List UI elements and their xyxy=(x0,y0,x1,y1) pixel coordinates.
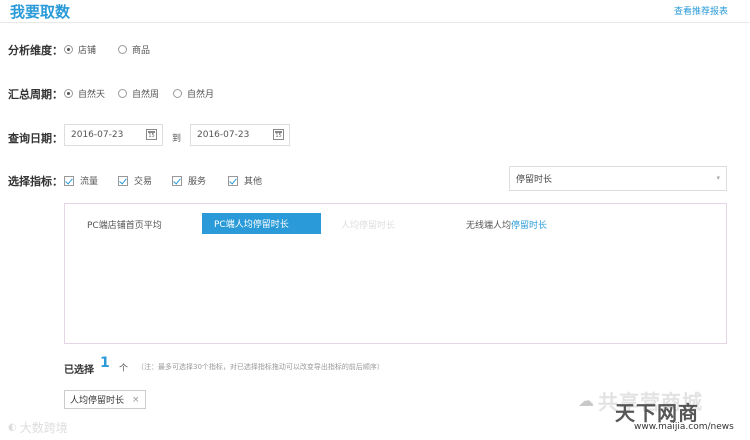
selected-note: （注：最多可选择30个指标，对已选择指标拖动可以改变导出指标的前后顺序） xyxy=(137,363,384,371)
dimension-label: 分析维度： xyxy=(8,44,63,57)
radio-label: 自然天 xyxy=(78,90,106,100)
metric-options-panel: PC端店铺首页平均 PC端人均停留时长 人均停留时长 无线端人均停留时长 xyxy=(64,203,727,344)
period-label: 汇总周期： xyxy=(8,88,63,101)
checkbox-checked-icon xyxy=(118,175,128,186)
checkbox-label: 交易 xyxy=(134,177,153,187)
metric-option[interactable]: PC端店铺首页平均 xyxy=(87,218,162,231)
view-recommended-reports-link[interactable]: 查看推荐报表 xyxy=(674,4,728,17)
end-date-value: 2016-07-23 xyxy=(197,130,250,140)
radio-selected-icon xyxy=(64,45,73,54)
calendar-icon[interactable]: 15 xyxy=(273,129,284,140)
metric-option-active[interactable]: PC端人均停留时长 xyxy=(202,213,321,234)
chevron-down-icon: ▾ xyxy=(716,174,720,182)
selected-label: 已选择 xyxy=(64,365,94,376)
radio-label: 店铺 xyxy=(78,46,97,56)
checkbox-checked-icon xyxy=(172,175,182,186)
checkbox-metric-other[interactable]: 其他 xyxy=(228,174,262,187)
start-date-value: 2016-07-23 xyxy=(71,130,124,140)
wechat-icon: ☁ xyxy=(578,391,594,410)
checkbox-checked-icon xyxy=(64,175,74,186)
watermark-logo-icon: ◐ xyxy=(8,422,17,433)
radio-label: 商品 xyxy=(132,46,151,56)
metric-option[interactable]: 人均停留时长 xyxy=(341,218,395,231)
checkbox-label: 服务 xyxy=(188,177,207,187)
calendar-icon[interactable]: 15 xyxy=(146,129,157,140)
watermark-url: www.maijia.com/news xyxy=(634,422,734,432)
metric-search-value: 停留时长 xyxy=(516,175,553,185)
checkbox-label: 流量 xyxy=(80,177,99,187)
date-range-separator: 到 xyxy=(172,134,182,144)
end-date-input[interactable]: 2016-07-23 15 xyxy=(190,124,290,146)
checkbox-checked-icon xyxy=(228,175,238,186)
checkbox-metric-service[interactable]: 服务 xyxy=(172,174,206,187)
date-label: 查询日期： xyxy=(8,132,63,145)
close-icon[interactable]: × xyxy=(132,395,140,405)
radio-dimension-product[interactable]: 商品 xyxy=(118,43,150,56)
checkbox-metric-traffic[interactable]: 流量 xyxy=(64,174,98,187)
checkbox-label: 其他 xyxy=(244,177,263,187)
tag-label: 人均停留时长 xyxy=(70,396,125,406)
page-title: 我要取数 xyxy=(10,3,71,21)
radio-unselected-icon xyxy=(173,89,182,98)
radio-dimension-store[interactable]: 店铺 xyxy=(64,43,96,56)
radio-selected-icon xyxy=(64,89,73,98)
title-divider xyxy=(0,22,750,23)
radio-period-day[interactable]: 自然天 xyxy=(64,87,105,100)
radio-unselected-icon xyxy=(118,89,127,98)
metric-search-input[interactable]: 停留时长 ▾ xyxy=(509,166,727,191)
radio-unselected-icon xyxy=(118,45,127,54)
radio-label: 自然月 xyxy=(187,90,215,100)
checkbox-metric-trade[interactable]: 交易 xyxy=(118,174,152,187)
radio-period-week[interactable]: 自然周 xyxy=(118,87,159,100)
start-date-input[interactable]: 2016-07-23 15 xyxy=(64,124,163,146)
selected-unit: 个 xyxy=(119,364,129,374)
watermark-left: ◐ 大数跨境 xyxy=(8,421,68,435)
selected-metric-tag[interactable]: 人均停留时长 × xyxy=(64,390,146,409)
metric-option[interactable]: 无线端人均停留时长 xyxy=(466,218,547,231)
selected-count: 1 xyxy=(100,355,110,371)
metrics-label: 选择指标： xyxy=(8,175,63,188)
radio-label: 自然周 xyxy=(132,90,160,100)
radio-period-month[interactable]: 自然月 xyxy=(173,87,214,100)
